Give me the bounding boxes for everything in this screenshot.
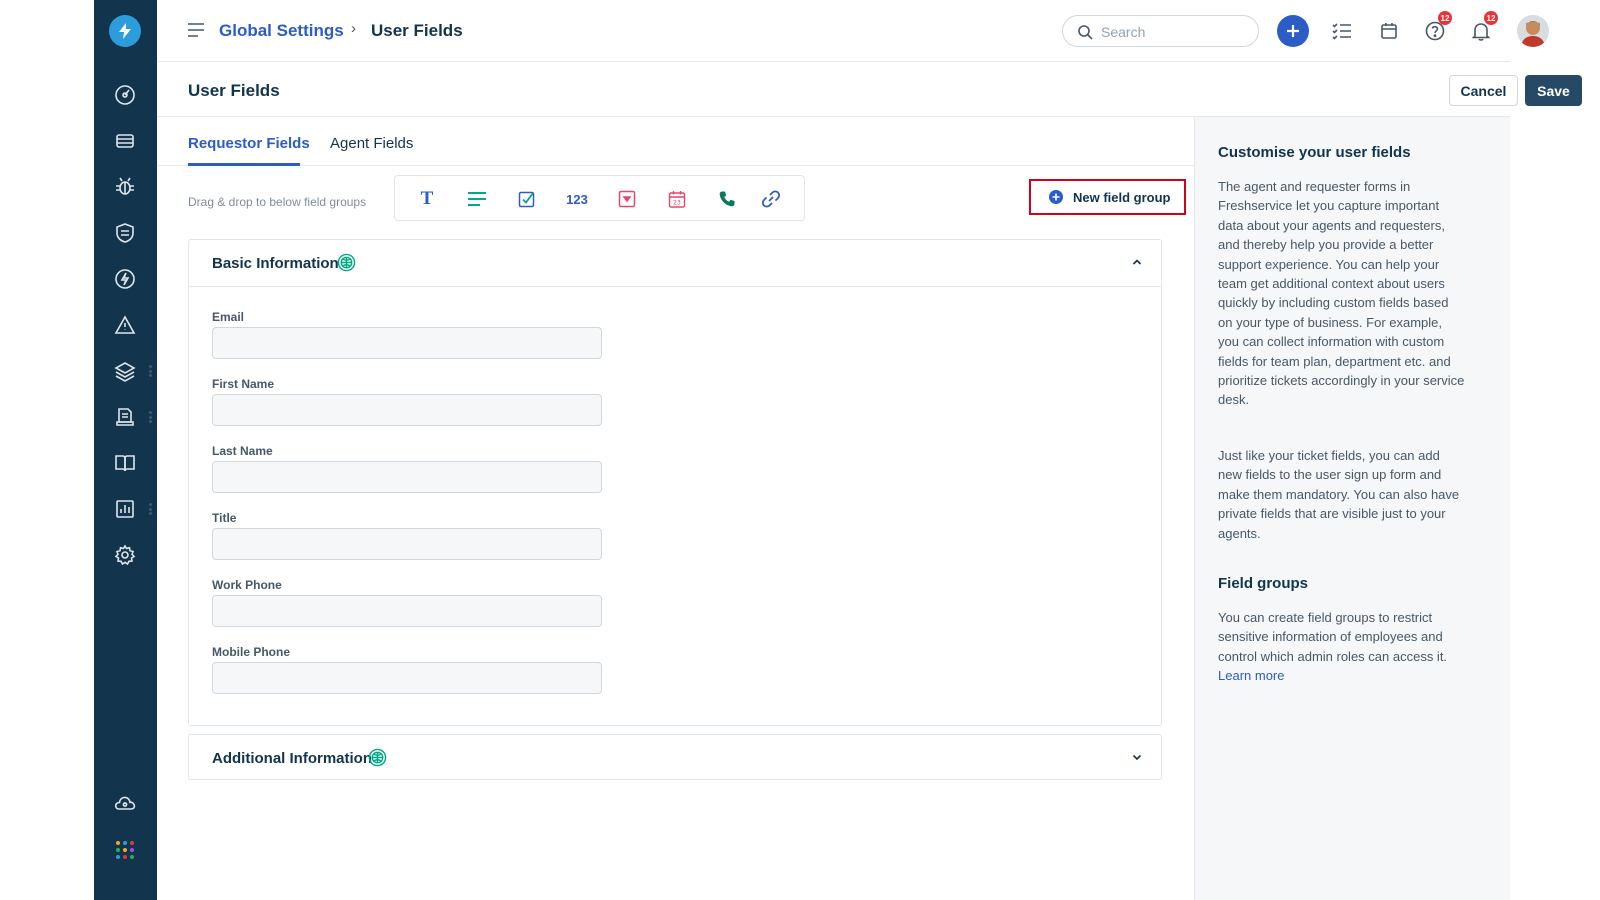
field-group-title: Basic Information: [212, 255, 339, 272]
todo-checklist-icon[interactable]: [1330, 19, 1354, 43]
field-group-basic-information: Basic Information Email First Name Last …: [188, 239, 1162, 726]
paragraph-field-icon[interactable]: [465, 187, 489, 211]
add-circle-icon: [1049, 190, 1063, 204]
problems-bug-icon[interactable]: [113, 175, 137, 199]
email-label: Email: [212, 310, 245, 324]
assets-layers-icon[interactable]: [113, 359, 137, 383]
svg-text:23: 23: [673, 200, 681, 207]
field-group-header[interactable]: Additional Information: [189, 735, 1161, 781]
checkbox-field-icon[interactable]: [515, 187, 539, 211]
first-name-field[interactable]: [212, 394, 602, 426]
dropdown-field-icon[interactable]: [615, 187, 639, 211]
work-phone-field[interactable]: [212, 595, 602, 627]
changes-shield-icon[interactable]: [113, 221, 137, 245]
field-group-header[interactable]: Basic Information: [189, 240, 1161, 286]
analytics-chart-icon[interactable]: [113, 497, 137, 521]
date-field-icon[interactable]: 23: [665, 187, 689, 211]
calendar-icon[interactable]: [1377, 19, 1401, 43]
tab-requestor-fields[interactable]: Requestor Fields: [188, 135, 310, 152]
field-group-title: Additional Information: [212, 750, 372, 767]
help-count-badge: 12: [1438, 11, 1452, 25]
top-bar: Global Settings › User Fields 12 12: [157, 0, 1549, 62]
mobile-phone-field[interactable]: [212, 662, 602, 694]
help-heading-customise: Customise your user fields: [1218, 144, 1411, 161]
main-content: Requestor Fields Agent Fields Drag & dro…: [157, 117, 1194, 900]
freshservice-logo-icon[interactable]: [109, 15, 141, 47]
last-name-field[interactable]: [212, 461, 602, 493]
breadcrumb-global-settings-link[interactable]: Global Settings: [219, 21, 344, 41]
releases-bolt-icon[interactable]: [113, 267, 137, 291]
last-name-label: Last Name: [212, 444, 273, 458]
text-field-icon[interactable]: T: [415, 187, 439, 211]
assets-more-dots: [149, 365, 152, 377]
tab-agent-fields[interactable]: Agent Fields: [330, 135, 413, 152]
number-field-icon[interactable]: 123: [565, 187, 589, 211]
help-paragraph-field-groups: You can create field groups to restrict …: [1218, 608, 1466, 686]
work-phone-label: Work Phone: [212, 578, 282, 592]
search-input[interactable]: [1101, 22, 1251, 42]
page-title: User Fields: [188, 81, 280, 100]
new-field-group-button[interactable]: New field group: [1029, 179, 1186, 215]
help-paragraph-signup: Just like your ticket fields, you can ad…: [1218, 448, 1460, 541]
field-group-additional-information: Additional Information: [188, 734, 1162, 780]
search-icon: [1078, 25, 1093, 40]
settings-gear-icon[interactable]: [113, 543, 137, 567]
save-button[interactable]: Save: [1525, 75, 1582, 106]
chevron-up-icon[interactable]: [1131, 256, 1143, 268]
app-switcher-grid-icon[interactable]: [113, 838, 137, 862]
title-label: Title: [212, 511, 237, 525]
sidebar: [94, 0, 157, 900]
help-paragraph-intro: The agent and requester forms in Freshse…: [1218, 179, 1465, 408]
mobile-phone-label: Mobile Phone: [212, 645, 290, 659]
new-field-group-label: New field group: [1073, 189, 1171, 205]
learn-more-link[interactable]: Learn more: [1218, 668, 1284, 683]
phone-field-icon[interactable]: [715, 187, 739, 211]
tickets-icon[interactable]: [113, 129, 137, 153]
email-field[interactable]: [212, 327, 602, 359]
alerts-warning-icon[interactable]: [113, 313, 137, 337]
analytics-more-dots: [149, 503, 152, 515]
breadcrumb-separator: ›: [351, 20, 356, 37]
help-heading-field-groups: Field groups: [1218, 575, 1308, 592]
help-field-groups-text: You can create field groups to restrict …: [1218, 610, 1448, 664]
dashboard-icon[interactable]: [113, 83, 137, 107]
solutions-book-icon[interactable]: [113, 451, 137, 475]
drag-drop-hint: Drag & drop to below field groups: [188, 195, 367, 209]
title-field[interactable]: [212, 528, 602, 560]
globe-visibility-icon: [368, 748, 387, 767]
user-avatar[interactable]: [1517, 15, 1549, 47]
contracts-more-dots: [149, 411, 152, 423]
notifications-count-badge: 12: [1484, 11, 1498, 25]
search-box[interactable]: [1062, 15, 1259, 47]
app-window: Global Settings › User Fields 12 12: [94, 0, 1582, 900]
chevron-down-icon[interactable]: [1131, 751, 1143, 763]
new-item-plus-button[interactable]: [1277, 15, 1309, 47]
menu-hamburger-icon[interactable]: [187, 23, 205, 37]
page-header: User Fields Cancel Save: [157, 62, 1582, 117]
tab-bar: Requestor Fields Agent Fields: [157, 117, 1194, 166]
contracts-document-icon[interactable]: [113, 405, 137, 429]
cancel-button[interactable]: Cancel: [1449, 75, 1518, 106]
url-field-icon[interactable]: [759, 187, 783, 211]
cloud-icon[interactable]: [113, 791, 137, 815]
help-panel: Customise your user fields The agent and…: [1194, 117, 1510, 900]
breadcrumb-current: User Fields: [371, 21, 463, 40]
globe-visibility-icon: [337, 253, 356, 272]
field-group-body: Email First Name Last Name Title Work Ph…: [189, 286, 1161, 725]
active-tab-indicator: [188, 163, 300, 166]
first-name-label: First Name: [212, 377, 275, 391]
field-type-palette: T 123 23: [394, 175, 805, 221]
